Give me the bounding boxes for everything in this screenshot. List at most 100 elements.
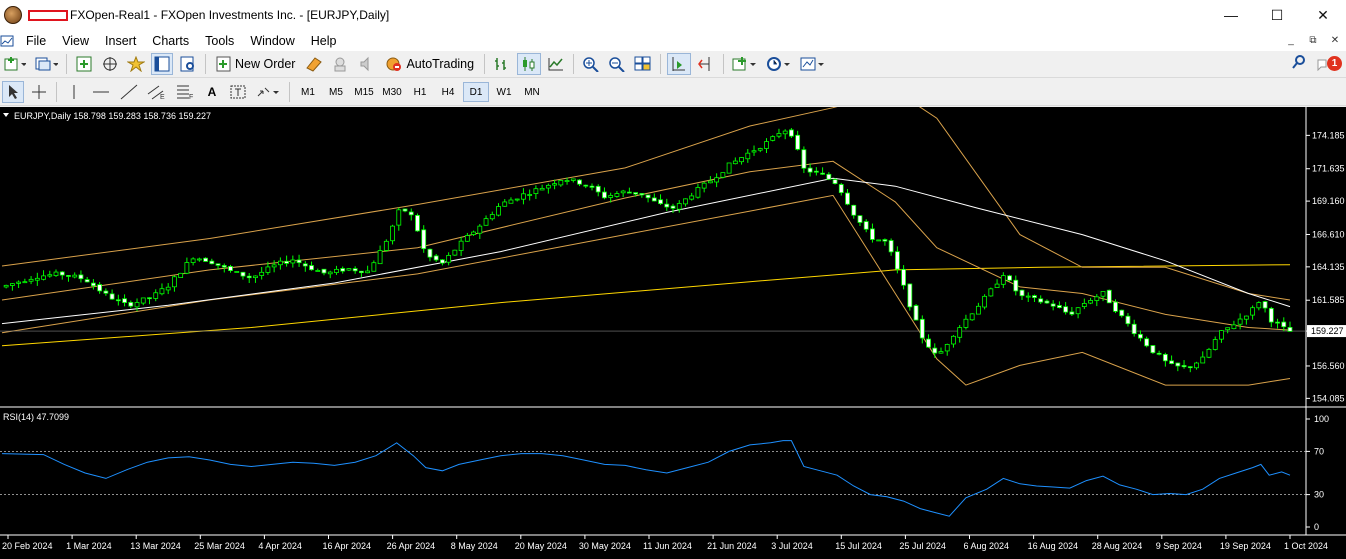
- metaeditor-icon[interactable]: [303, 53, 325, 75]
- mdi-close-button[interactable]: ✕: [1324, 30, 1346, 51]
- candle-body: [458, 240, 464, 251]
- text-label-icon[interactable]: [227, 81, 249, 103]
- timeframe-h1[interactable]: H1: [407, 82, 433, 102]
- candle-body: [321, 268, 327, 274]
- candle-body: [72, 274, 78, 278]
- candle-body: [147, 297, 152, 300]
- menu-charts[interactable]: Charts: [144, 34, 197, 48]
- timeframe-h4[interactable]: H4: [435, 82, 461, 102]
- candle-body: [577, 179, 582, 185]
- line-chart-icon[interactable]: [545, 53, 567, 75]
- candle-body: [221, 265, 227, 268]
- zoom-out-icon[interactable]: [606, 53, 628, 75]
- candle-body: [165, 286, 171, 291]
- candle-body: [882, 239, 888, 242]
- candle-body: [128, 302, 134, 307]
- text-icon[interactable]: A: [201, 81, 223, 103]
- timeframe-m15[interactable]: M15: [351, 82, 377, 102]
- timeframe-m1[interactable]: M1: [295, 82, 321, 102]
- candle-body: [602, 191, 607, 199]
- candle-body: [938, 351, 944, 354]
- date-tick-label: 28 Aug 2024: [1092, 541, 1143, 551]
- cursor-icon[interactable]: [2, 81, 24, 103]
- auto-scroll-icon[interactable]: [667, 53, 692, 75]
- timeframe-m5[interactable]: M5: [323, 82, 349, 102]
- menu-tools[interactable]: Tools: [197, 34, 242, 48]
- toolbar-separator: [56, 82, 57, 102]
- profiles-icon[interactable]: [32, 53, 60, 75]
- standard-toolbar: New Order AutoTrading 1: [0, 51, 1346, 78]
- candle-body: [807, 167, 813, 173]
- close-button[interactable]: ✕: [1300, 0, 1346, 30]
- candle-body: [1150, 345, 1156, 354]
- timeframe-m30[interactable]: M30: [379, 82, 405, 102]
- date-tick-label: 30 May 2024: [579, 541, 631, 551]
- new-chart-icon[interactable]: [2, 53, 28, 75]
- candle-body: [1250, 307, 1256, 316]
- maximize-button[interactable]: ☐: [1254, 0, 1300, 30]
- minimize-button[interactable]: —: [1208, 0, 1254, 30]
- autotrading-button[interactable]: AutoTrading: [381, 53, 478, 75]
- chart-shift-icon[interactable]: [695, 53, 717, 75]
- menu-insert[interactable]: Insert: [97, 34, 144, 48]
- bar-chart-icon[interactable]: [491, 53, 513, 75]
- arrows-icon[interactable]: [253, 81, 283, 103]
- candle-body: [1119, 309, 1125, 317]
- timeframe-mn[interactable]: MN: [519, 82, 545, 102]
- candle-body: [1069, 311, 1075, 315]
- data-window-icon[interactable]: [99, 53, 121, 75]
- menu-window[interactable]: Window: [242, 34, 302, 48]
- rsi-tick-label: 30: [1314, 490, 1324, 500]
- candle-body: [1050, 303, 1056, 307]
- notifications-button[interactable]: 1: [1317, 56, 1342, 71]
- mdi-minimize-button[interactable]: _: [1280, 30, 1302, 51]
- price-tick-label: 174.185: [1312, 130, 1345, 140]
- timeframe-d1[interactable]: D1: [463, 82, 489, 102]
- candle-body: [265, 266, 271, 273]
- toolbar-separator: [573, 54, 575, 74]
- menu-help[interactable]: Help: [303, 34, 345, 48]
- chart-window[interactable]: 174.185 171.635 169.160 166.610 164.135 161.5…: [0, 107, 1346, 559]
- candle-body: [1138, 333, 1143, 339]
- candle-body: [614, 193, 620, 197]
- candle-body: [676, 203, 682, 210]
- vertical-line-icon[interactable]: [63, 81, 85, 103]
- candle-body: [1075, 307, 1081, 315]
- horizontal-line-icon[interactable]: [89, 81, 113, 103]
- svg-text:F: F: [189, 94, 193, 100]
- terminal-icon[interactable]: [151, 53, 173, 75]
- equidistant-channel-icon[interactable]: E: [145, 81, 169, 103]
- candlesticks-icon[interactable]: [517, 53, 542, 75]
- autotrading-label: AutoTrading: [406, 57, 475, 71]
- new-order-button[interactable]: New Order: [212, 53, 299, 75]
- crosshair-icon[interactable]: [28, 81, 50, 103]
- zoom-in-icon[interactable]: [580, 53, 602, 75]
- periods-icon[interactable]: [764, 53, 794, 75]
- mdi-restore-button[interactable]: ⧉: [1302, 30, 1324, 51]
- templates-icon[interactable]: [798, 53, 828, 75]
- price-chart[interactable]: 174.185 171.635 169.160 166.610 164.135 161.5…: [0, 107, 1346, 559]
- indicators-icon[interactable]: [730, 53, 760, 75]
- tile-windows-icon[interactable]: [632, 53, 654, 75]
- search-icon[interactable]: [1291, 54, 1307, 73]
- timeframe-w1[interactable]: W1: [491, 82, 517, 102]
- candle-body: [464, 235, 470, 242]
- fibonacci-icon[interactable]: F: [173, 81, 197, 103]
- candle-body: [109, 293, 115, 300]
- navigator-icon[interactable]: [125, 53, 147, 75]
- candle-body: [726, 162, 732, 174]
- strategy-tester-icon[interactable]: [177, 53, 199, 75]
- candle-body: [832, 179, 838, 184]
- menu-view[interactable]: View: [54, 34, 97, 48]
- trendline-icon[interactable]: [117, 81, 141, 103]
- market-watch-icon[interactable]: [73, 53, 95, 75]
- sounds-icon[interactable]: [355, 53, 377, 75]
- candle-body: [533, 188, 539, 194]
- menu-file[interactable]: File: [18, 34, 54, 48]
- signals-icon[interactable]: [329, 53, 351, 75]
- candle-body: [284, 260, 290, 264]
- candle-body: [651, 197, 657, 202]
- candle-body: [776, 133, 782, 137]
- chart-window-icon[interactable]: [0, 34, 14, 48]
- candle-body: [78, 274, 84, 280]
